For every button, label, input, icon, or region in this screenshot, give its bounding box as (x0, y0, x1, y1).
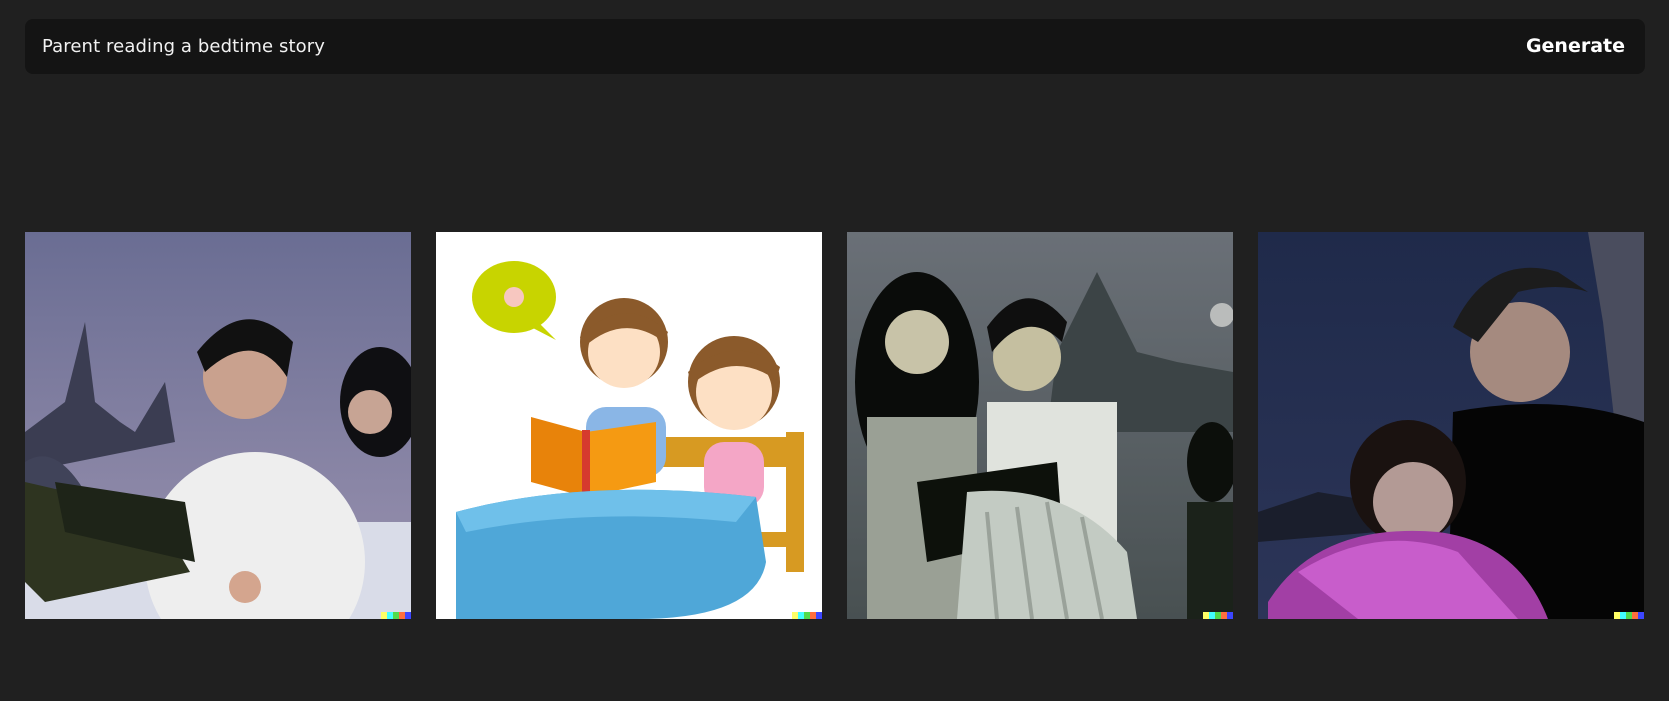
generated-image-2 (436, 232, 822, 619)
watermark (1614, 612, 1644, 619)
watermark (1203, 612, 1233, 619)
generated-image-4 (1258, 232, 1644, 619)
watermark (381, 612, 411, 619)
prompt-input[interactable]: Parent reading a bedtime story (42, 19, 325, 74)
result-image-4[interactable] (1258, 232, 1644, 619)
generate-button[interactable]: Generate (1526, 19, 1625, 74)
result-image-1[interactable] (25, 232, 411, 619)
prompt-bar: Parent reading a bedtime story Generate (25, 19, 1645, 74)
result-image-2[interactable] (436, 232, 822, 619)
watermark (792, 612, 822, 619)
result-image-3[interactable] (847, 232, 1233, 619)
generated-image-1 (25, 232, 411, 619)
generated-image-3 (847, 232, 1233, 619)
results-grid (25, 232, 1645, 619)
